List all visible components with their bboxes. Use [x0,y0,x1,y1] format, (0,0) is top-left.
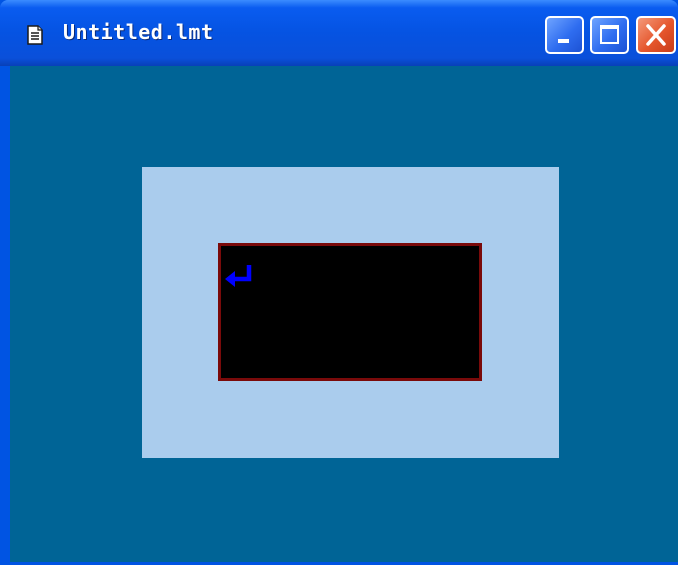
title-bar[interactable]: Untitled.lmt [0,0,678,66]
window-title: Untitled.lmt [63,20,214,44]
document-panel [142,167,559,458]
editor-box[interactable] [218,243,482,381]
return-arrow-icon [223,262,257,292]
close-button[interactable] [636,16,676,54]
minimize-button[interactable] [545,16,584,54]
close-icon [646,24,666,46]
client-area [10,66,678,562]
minimize-icon [558,39,569,43]
maximize-icon [600,25,619,44]
app-window: Untitled.lmt [0,0,678,565]
document-icon[interactable] [26,25,44,45]
maximize-button[interactable] [590,16,629,54]
